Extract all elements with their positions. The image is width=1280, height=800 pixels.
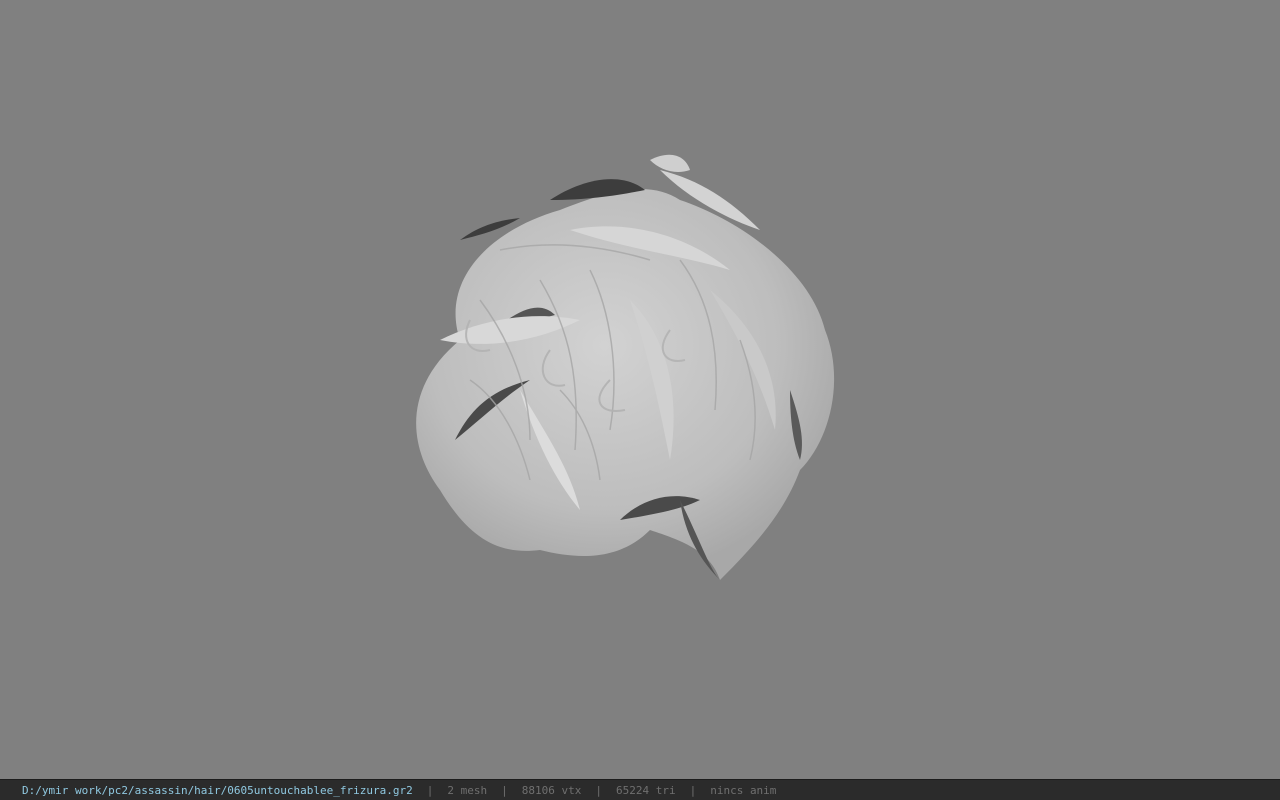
status-bar: D:/ymir work/pc2/assassin/hair/0605untou…: [0, 779, 1280, 800]
animation-status: nincs anim: [710, 783, 777, 797]
status-separator: |: [689, 783, 697, 797]
hair-mesh-icon: [416, 154, 835, 580]
triangle-count: 65224 tri: [615, 783, 676, 797]
vertex-count: 88106 vtx: [521, 783, 582, 797]
3d-viewport[interactable]: [0, 0, 1280, 779]
status-separator: |: [426, 783, 434, 797]
status-separator: |: [595, 783, 602, 797]
mesh-count: 2 mesh: [447, 783, 488, 797]
file-path: D:/ymir work/pc2/assassin/hair/0605untou…: [22, 783, 413, 797]
status-separator: |: [501, 783, 508, 797]
